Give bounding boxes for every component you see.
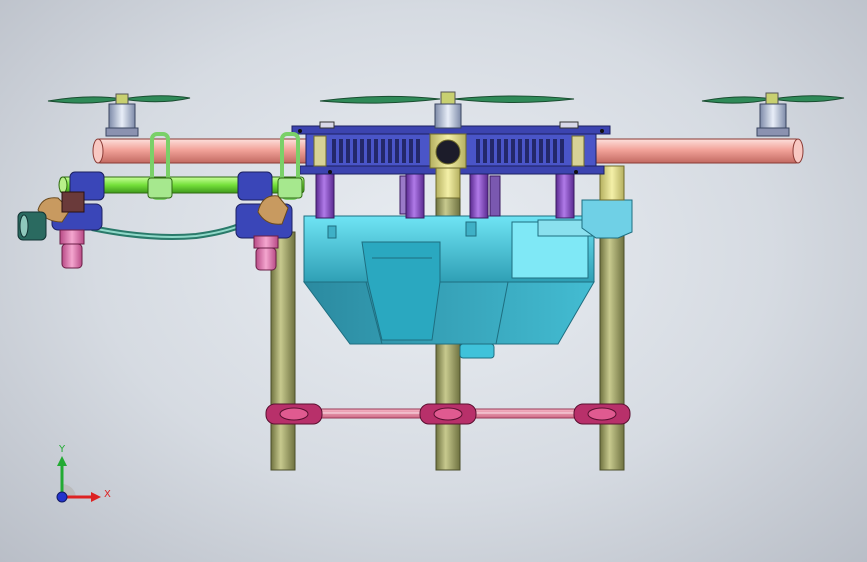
vent-slot bbox=[504, 139, 508, 163]
vent-slot bbox=[388, 139, 392, 163]
vent-slot bbox=[332, 139, 336, 163]
crossbar-clamp-center bbox=[419, 403, 477, 425]
spray-tank bbox=[303, 215, 595, 359]
y-axis-label: Y bbox=[58, 444, 66, 455]
spray-hose bbox=[91, 221, 246, 240]
z-axis-point bbox=[56, 491, 68, 503]
rotor-right bbox=[701, 92, 845, 137]
vent-slot bbox=[525, 139, 529, 163]
vent-slot bbox=[339, 139, 343, 163]
pump-bracket bbox=[537, 165, 633, 239]
vent-slot bbox=[416, 139, 420, 163]
cad-viewport[interactable]: Y X bbox=[0, 0, 867, 562]
vent-slot bbox=[511, 139, 515, 163]
vent-slot bbox=[367, 139, 371, 163]
vent-slot bbox=[476, 139, 480, 163]
vent-slot bbox=[560, 139, 564, 163]
landing-leg-right bbox=[599, 231, 625, 471]
vent-slot bbox=[402, 139, 406, 163]
vent-slot bbox=[353, 139, 357, 163]
arm-right bbox=[579, 138, 804, 164]
vent-slot bbox=[483, 139, 487, 163]
vent-slot bbox=[553, 139, 557, 163]
rotor-center bbox=[319, 91, 575, 129]
crossbar-clamp-left bbox=[265, 403, 323, 425]
rotor-left bbox=[47, 93, 191, 137]
vent-slot bbox=[490, 139, 494, 163]
crossbar-clamp-right bbox=[573, 403, 631, 425]
axis-triad: Y X bbox=[56, 444, 111, 503]
vent-slot bbox=[497, 139, 501, 163]
vent-slot bbox=[395, 139, 399, 163]
vent-slot bbox=[409, 139, 413, 163]
vent-slot bbox=[539, 139, 543, 163]
vent-slot bbox=[360, 139, 364, 163]
x-axis-label: X bbox=[104, 489, 111, 500]
vent-slot bbox=[546, 139, 550, 163]
vent-slot bbox=[518, 139, 522, 163]
vent-slot bbox=[374, 139, 378, 163]
vent-slot bbox=[381, 139, 385, 163]
vent-slot bbox=[532, 139, 536, 163]
vent-slot bbox=[346, 139, 350, 163]
drone-assembly-drawing: Y X bbox=[17, 91, 845, 503]
